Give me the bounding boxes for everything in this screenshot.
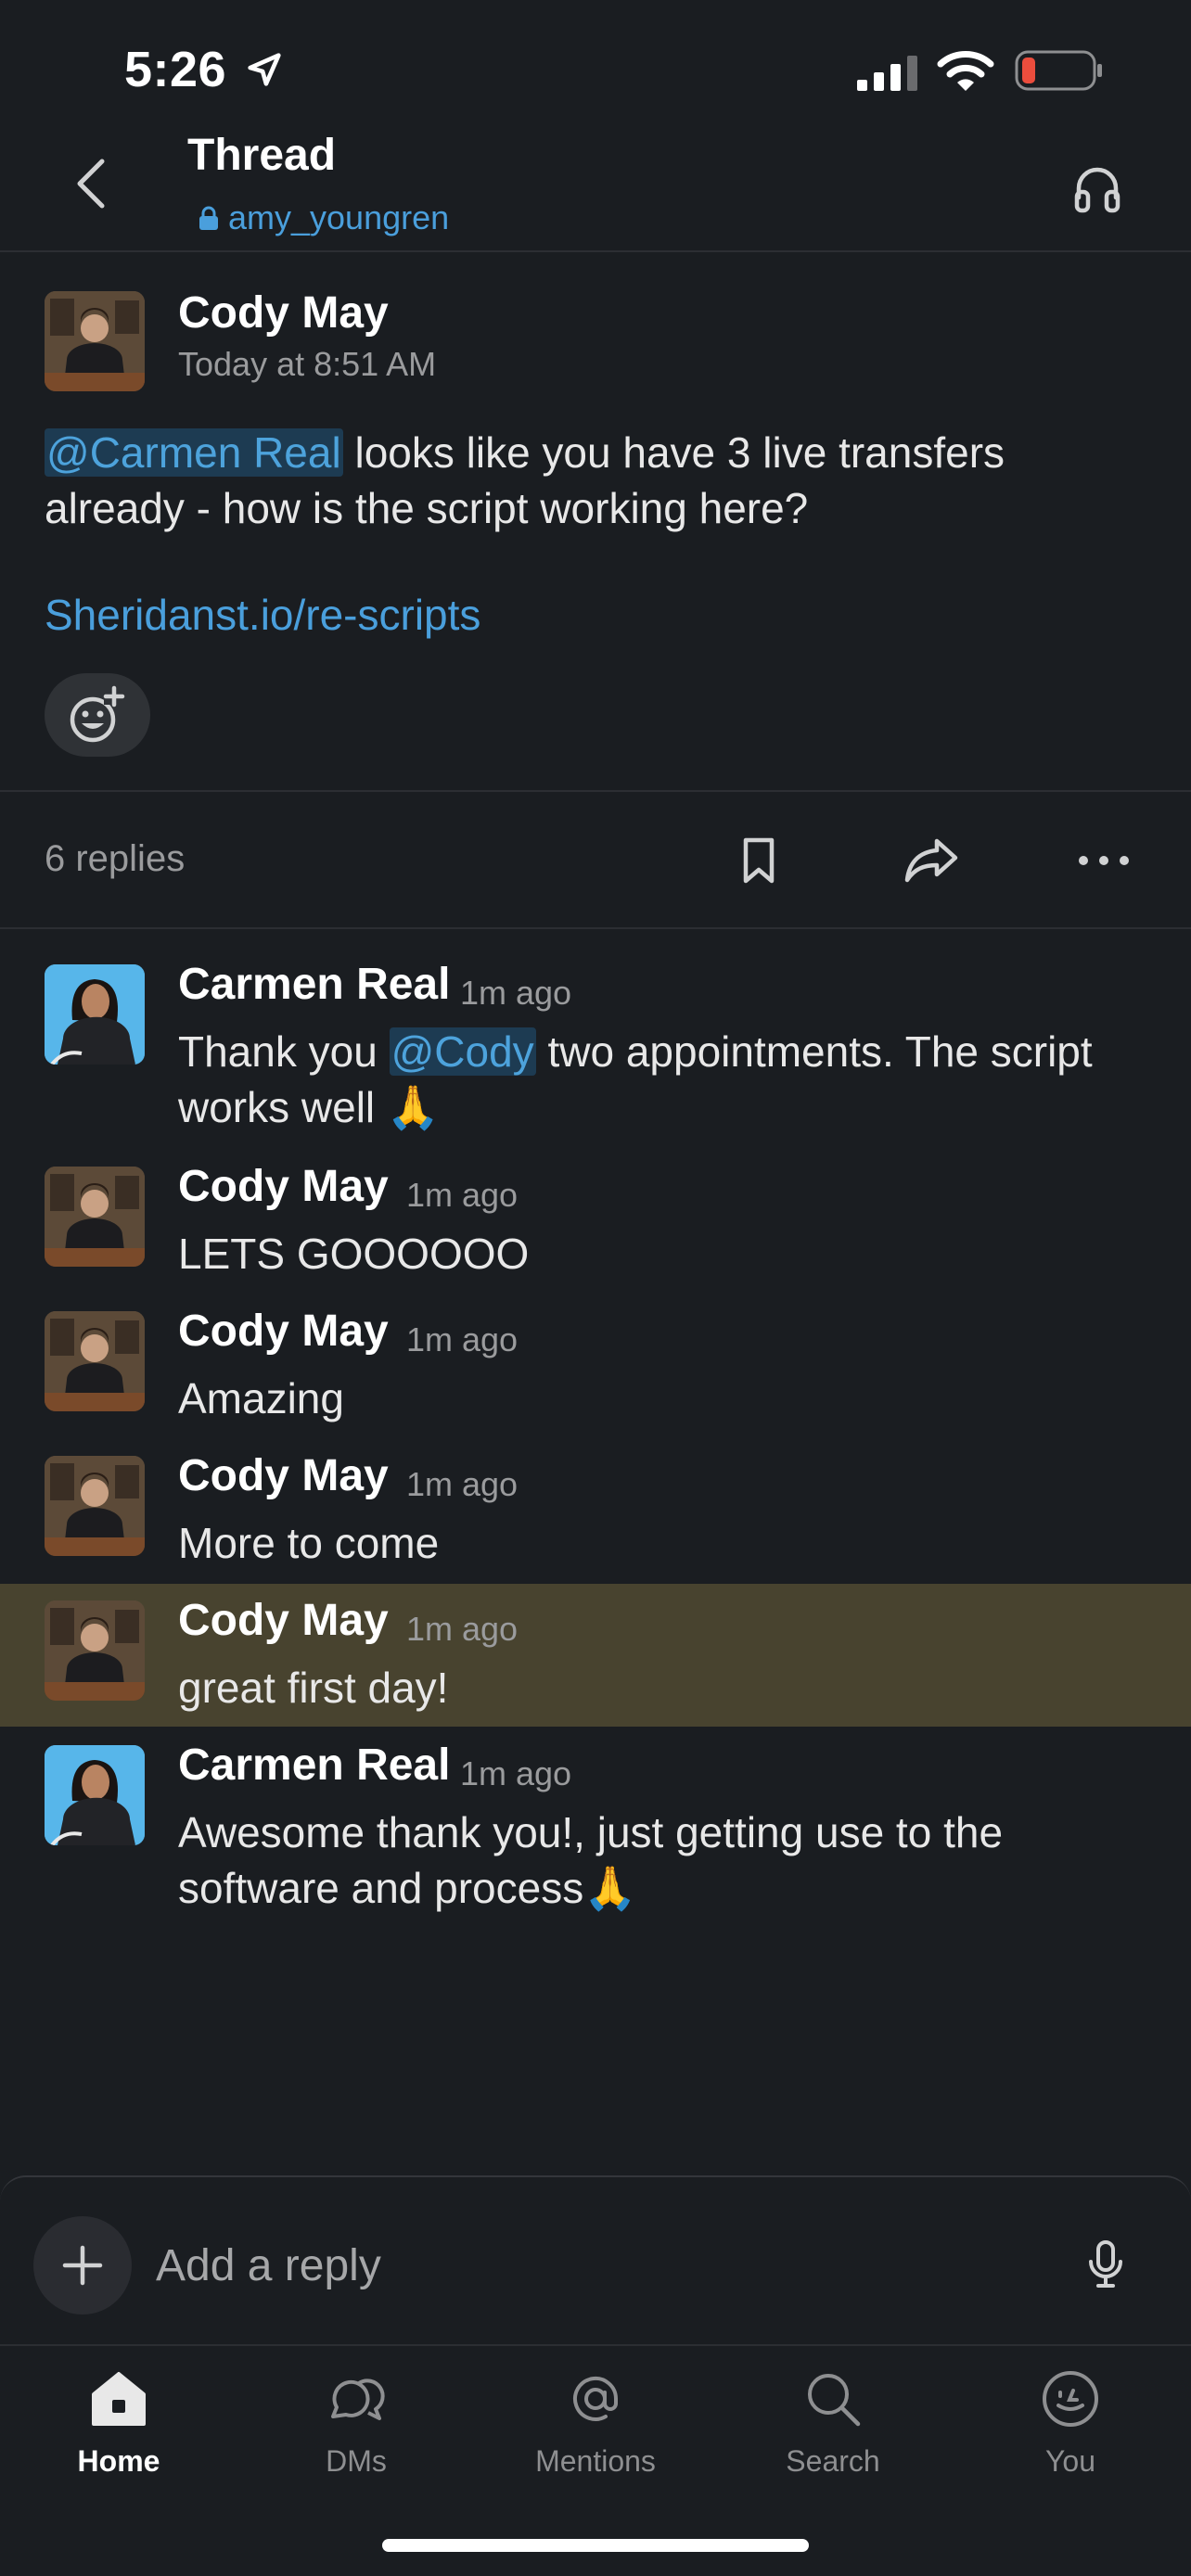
home-indicator[interactable] <box>382 2539 809 2552</box>
avatar-image <box>45 291 145 391</box>
thread-actions-bar: 6 replies <box>0 794 1191 929</box>
avatar-image <box>45 1745 145 1845</box>
tab-dms[interactable]: DMs <box>263 2365 449 2504</box>
thread-screen: 5:26 Thread amy_youngren Cody May Today … <box>0 0 1191 2576</box>
home-icon <box>92 2372 146 2426</box>
avatar-image <box>45 1311 145 1411</box>
avatar-image <box>45 1600 145 1701</box>
share-arrow-icon <box>904 838 958 883</box>
reply-text: Awesome thank you!, just getting use to … <box>178 1808 1004 1912</box>
reply-text: Thank you @Cody two appointments. The sc… <box>178 1024 1161 1135</box>
tab-label: You <box>1045 2444 1095 2478</box>
reply-message[interactable]: Carmen Real 1m ago Thank you @Cody two a… <box>0 931 1191 1131</box>
reply-composer <box>0 2175 1191 2344</box>
back-button[interactable] <box>58 150 124 217</box>
headphones-icon <box>1074 167 1121 213</box>
status-time: 5:26 <box>124 42 227 97</box>
reply-timestamp: 1m ago <box>406 1610 519 1648</box>
channel-name: amy_youngren <box>228 198 450 236</box>
tab-label: Home <box>77 2444 160 2478</box>
thread-header: Thread amy_youngren <box>0 130 1191 252</box>
reply-timestamp: 1m ago <box>460 974 572 1012</box>
reply-author[interactable]: Cody May <box>178 1161 389 1212</box>
add-reaction-button[interactable] <box>45 673 150 757</box>
chevron-left-icon <box>77 159 105 209</box>
parent-message: Cody May Today at 8:51 AM @Carmen Real l… <box>0 254 1191 792</box>
message-link[interactable]: Sheridanst.io/re-scripts <box>45 590 480 640</box>
bookmark-icon <box>743 837 775 884</box>
reply-timestamp: 1m ago <box>460 1754 572 1792</box>
reply-text-part: Thank you <box>178 1027 390 1076</box>
add-attachment-button[interactable] <box>33 2216 132 2315</box>
page-title: Thread <box>187 131 337 180</box>
location-arrow-icon <box>248 53 281 86</box>
more-actions-button[interactable] <box>1074 831 1133 890</box>
avatar-image <box>45 964 145 1065</box>
huddle-button[interactable] <box>1065 156 1130 221</box>
avatar[interactable] <box>45 964 145 1065</box>
tab-search[interactable]: Search <box>740 2365 926 2504</box>
replies-count: 6 replies <box>45 838 186 879</box>
avatar[interactable] <box>45 1167 145 1267</box>
save-button[interactable] <box>729 831 788 890</box>
avatar[interactable] <box>45 291 145 391</box>
status-bar: 5:26 <box>0 0 1191 130</box>
reply-message[interactable]: Cody May 1m ago More to come <box>0 1422 1191 1567</box>
reply-message[interactable]: Cody May 1m ago Amazing <box>0 1278 1191 1422</box>
avatar[interactable] <box>45 1311 145 1411</box>
wifi-icon <box>937 51 994 91</box>
search-icon <box>808 2374 861 2427</box>
mentions-icon <box>573 2376 618 2421</box>
reply-author[interactable]: Cody May <box>178 1450 389 1501</box>
avatar[interactable] <box>45 1456 145 1556</box>
share-button[interactable] <box>902 831 961 890</box>
reply-message[interactable]: Carmen Real 1m ago Awesome thank you!, j… <box>0 1712 1191 1934</box>
voice-record-button[interactable] <box>1076 2235 1135 2294</box>
user-mention[interactable]: @Cody <box>389 1027 536 1076</box>
message-text: @Carmen Real looks like you have 3 live … <box>45 425 1148 536</box>
tab-label: Mentions <box>535 2444 656 2478</box>
reply-timestamp: 1m ago <box>406 1176 519 1214</box>
reply-author[interactable]: Cody May <box>178 1306 389 1357</box>
reply-timestamp: 1m ago <box>406 1320 519 1358</box>
reply-text: Amazing <box>178 1374 344 1422</box>
reply-input[interactable] <box>156 2231 991 2300</box>
reply-timestamp: 1m ago <box>406 1465 519 1503</box>
you-icon <box>1043 2371 1098 2427</box>
tab-home[interactable]: Home <box>26 2365 211 2504</box>
avatar-image <box>45 1167 145 1267</box>
battery-icon <box>1015 50 1102 91</box>
reply-text: LETS GOOOOOO <box>178 1230 530 1278</box>
message-author[interactable]: Cody May <box>178 287 389 338</box>
dms-icon <box>331 2378 385 2420</box>
avatar[interactable] <box>45 1745 145 1845</box>
reply-author[interactable]: Carmen Real <box>178 1740 450 1791</box>
reply-message-highlighted[interactable]: Cody May 1m ago great first day! <box>0 1584 1191 1727</box>
avatar[interactable] <box>45 1600 145 1701</box>
tab-label: Search <box>786 2444 880 2478</box>
tab-label: DMs <box>326 2444 387 2478</box>
lock-icon <box>199 206 218 230</box>
microphone-icon <box>1089 2240 1122 2288</box>
user-mention[interactable]: @Carmen Real <box>45 428 343 477</box>
add-emoji-icon <box>70 685 125 743</box>
channel-link[interactable]: amy_youngren <box>198 198 449 237</box>
reply-text: great first day! <box>178 1664 449 1712</box>
tab-mentions[interactable]: Mentions <box>503 2365 688 2504</box>
reply-author[interactable]: Carmen Real <box>178 959 450 1010</box>
reply-message[interactable]: Cody May 1m ago LETS GOOOOOO <box>0 1133 1191 1278</box>
avatar-image <box>45 1456 145 1556</box>
cellular-signal-icon <box>857 56 917 91</box>
tab-you[interactable]: You <box>978 2365 1163 2504</box>
plus-icon <box>62 2245 103 2286</box>
message-timestamp: Today at 8:51 AM <box>178 345 437 383</box>
more-horizontal-icon <box>1079 856 1129 865</box>
reply-text: More to come <box>178 1519 440 1567</box>
reply-author[interactable]: Cody May <box>178 1595 389 1646</box>
